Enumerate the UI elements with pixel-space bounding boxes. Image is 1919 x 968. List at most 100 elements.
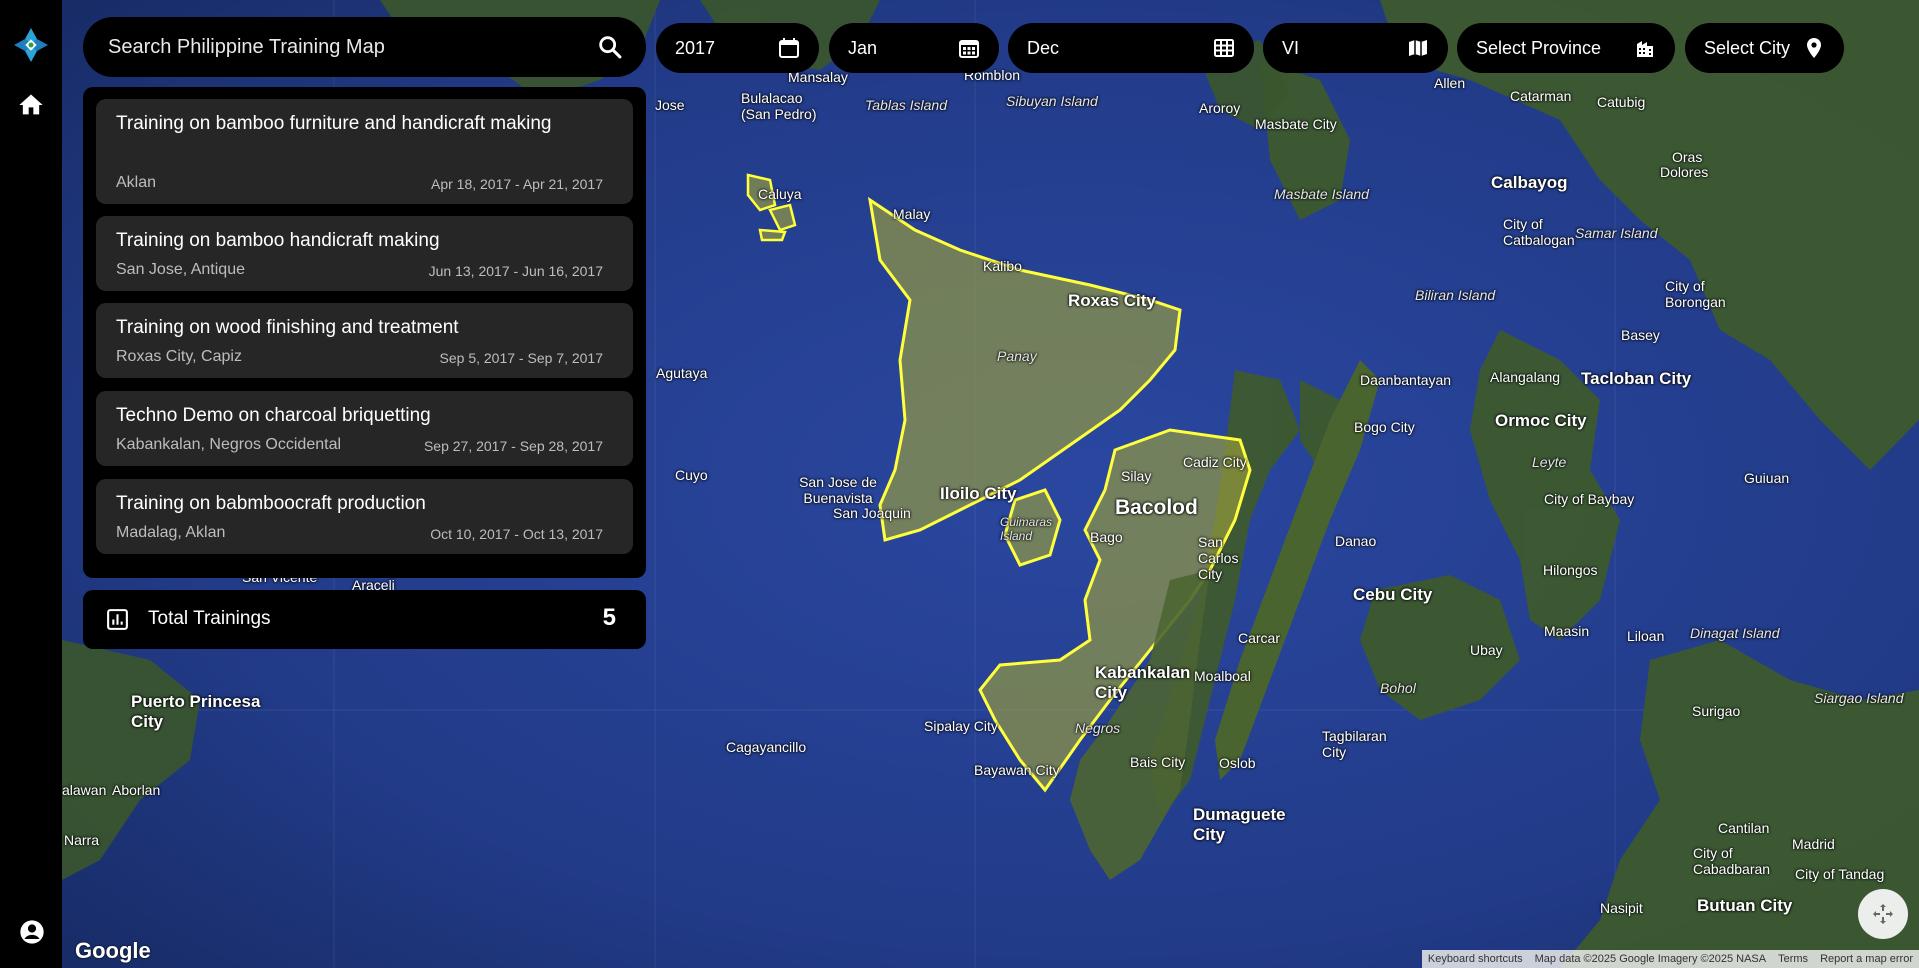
map-label-aroroy: Aroroy <box>1199 100 1241 116</box>
map-label-kabankalan: Kabankalan City <box>1095 663 1191 702</box>
region-select[interactable]: VI <box>1263 23 1448 73</box>
map-label-nasipit: Nasipit <box>1600 900 1643 916</box>
map-label-oslob: Oslob <box>1219 755 1256 771</box>
map-label-dolores: Dolores <box>1660 164 1709 180</box>
map-label-catarman: Catarman <box>1510 88 1572 104</box>
training-title: Techno Demo on charcoal briquetting <box>116 405 431 426</box>
year-select[interactable]: 2017 <box>656 23 819 73</box>
city-select[interactable]: Select City <box>1685 23 1844 73</box>
map-label-leyte: Leyte <box>1532 454 1567 470</box>
map-label-siargao: Siargao Island <box>1814 690 1904 706</box>
training-place: Madalag, Aklan <box>116 524 226 541</box>
map-label-calbayog: Calbayog <box>1491 173 1568 192</box>
map-attribution: Keyboard shortcuts Map data ©2025 Google… <box>1421 950 1919 968</box>
left-nav-rail <box>0 0 62 968</box>
province-value: Select Province <box>1476 38 1602 58</box>
map-label-guimaras: Guimaras Island <box>1000 515 1053 543</box>
month-to-select[interactable]: Dec <box>1008 23 1254 73</box>
map-label-bais: Bais City <box>1130 754 1186 770</box>
fullscreen-button[interactable] <box>1858 889 1908 939</box>
map-label-baybay: City of Baybay <box>1544 491 1635 507</box>
app-logo-icon[interactable] <box>12 26 50 64</box>
map-label-cuyo: Cuyo <box>675 467 708 483</box>
map-label-alawan: alawan <box>62 782 107 798</box>
total-trainings-label: Total Trainings <box>148 608 271 629</box>
map-label-aborlan: Aborlan <box>112 782 161 798</box>
terms-link[interactable]: Terms <box>1772 953 1814 965</box>
training-place: San Jose, Antique <box>116 261 245 278</box>
training-card[interactable]: Training on bamboo handicraft making San… <box>96 216 633 291</box>
location-pin-icon <box>1802 36 1826 60</box>
home-icon[interactable] <box>17 91 45 119</box>
report-map-error-link[interactable]: Report a map error <box>1814 953 1919 965</box>
map-label-cagayancillo: Cagayancillo <box>726 739 807 755</box>
region-value: VI <box>1282 38 1300 58</box>
account-icon[interactable] <box>18 918 46 946</box>
map-label-sipalay: Sipalay City <box>924 718 998 734</box>
year-value: 2017 <box>675 38 716 58</box>
map-icon <box>1406 36 1430 60</box>
analytics-icon <box>105 607 130 632</box>
map-label-cadiz: Cadiz City <box>1183 454 1247 470</box>
training-title: Training on bamboo handicraft making <box>116 230 440 251</box>
map-label-catbalogan: City of Catbalogan <box>1503 216 1575 248</box>
map-label-tablas: Tablas Island <box>865 97 947 113</box>
city-value: Select City <box>1704 38 1791 58</box>
map-label-carcar: Carcar <box>1238 630 1281 646</box>
google-logo: Google <box>75 938 151 963</box>
map-label-tagbilaran: Tagbilaran City <box>1322 728 1387 760</box>
training-place: Roxas City, Capiz <box>116 348 242 365</box>
training-card[interactable]: Training on wood finishing and treatment… <box>96 303 633 378</box>
month-from-select[interactable]: Jan <box>829 23 999 73</box>
search-icon[interactable] <box>596 33 624 61</box>
fullscreen-icon <box>1873 904 1893 924</box>
training-place: Aklan <box>116 174 157 191</box>
map-label-madrid: Madrid <box>1792 836 1835 852</box>
province-select[interactable]: Select Province <box>1457 23 1675 73</box>
map-label-bago: Bago <box>1090 529 1123 545</box>
map-label-masbate-city: Masbate City <box>1255 116 1337 132</box>
map-label-moalboal: Moalboal <box>1194 668 1251 684</box>
map-label-iloilo: Iloilo City <box>940 484 1017 503</box>
map-label-ormoc: Ormoc City <box>1495 411 1587 430</box>
calendar-grid-icon <box>957 36 981 60</box>
keyboard-shortcuts-link[interactable]: Keyboard shortcuts <box>1422 953 1529 965</box>
training-dates: Jun 13, 2017 - Jun 16, 2017 <box>428 263 603 279</box>
map-label-kalibo: Kalibo <box>983 258 1022 274</box>
training-card[interactable]: Training on bamboo furniture and handicr… <box>96 99 633 204</box>
map-label-basey: Basey <box>1621 327 1660 343</box>
map-label-cebu: Cebu City <box>1353 585 1433 604</box>
training-card[interactable]: Training on babmboocraft production Mada… <box>96 479 633 554</box>
map-label-jose: Jose <box>655 97 685 113</box>
map-label-bogo: Bogo City <box>1354 419 1415 435</box>
training-card[interactable]: Techno Demo on charcoal briquetting Kaba… <box>96 391 633 466</box>
training-title: Training on babmboocraft production <box>116 493 426 514</box>
calendar-icon <box>777 36 801 60</box>
search-input[interactable]: Search Philippine Training Map <box>108 36 385 59</box>
map-label-bulalacao: Bulalacao (San Pedro) <box>741 90 817 122</box>
map-label-san-carlos: San Carlos City <box>1198 534 1239 582</box>
month-to-value: Dec <box>1027 38 1060 58</box>
building-icon <box>1633 36 1657 60</box>
map-label-maasin: Maasin <box>1544 623 1590 639</box>
map-label-liloan: Liloan <box>1627 628 1665 644</box>
map-label-malay: Malay <box>893 206 931 222</box>
map-data-credit: Map data ©2025 Google Imagery ©2025 NASA <box>1534 953 1767 965</box>
search-bar[interactable]: Search Philippine Training Map <box>83 17 646 77</box>
map-label-guiuan: Guiuan <box>1744 470 1790 486</box>
training-dates: Sep 5, 2017 - Sep 7, 2017 <box>439 350 603 366</box>
map-label-oras: Oras <box>1672 149 1703 165</box>
map-label-catubig: Catubig <box>1597 94 1646 110</box>
map-label-hilongos: Hilongos <box>1543 562 1598 578</box>
map-label-puerto-princesa: Puerto Princesa City <box>131 692 261 731</box>
map-label-narra: Narra <box>64 832 100 848</box>
map-label-tandag: City of Tandag <box>1795 866 1885 882</box>
training-dates: Apr 18, 2017 - Apr 21, 2017 <box>430 176 603 192</box>
training-dates: Oct 10, 2017 - Oct 13, 2017 <box>430 526 603 542</box>
map-label-butuan: Butuan City <box>1697 896 1793 915</box>
map-label-cabadbaran: City of Cabadbaran <box>1693 845 1771 877</box>
map-label-silay: Silay <box>1121 468 1152 484</box>
training-place: Kabankalan, Negros Occidental <box>116 436 342 453</box>
map-label-samar: Samar Island <box>1575 225 1658 241</box>
total-trainings-count: 5 <box>602 604 616 631</box>
